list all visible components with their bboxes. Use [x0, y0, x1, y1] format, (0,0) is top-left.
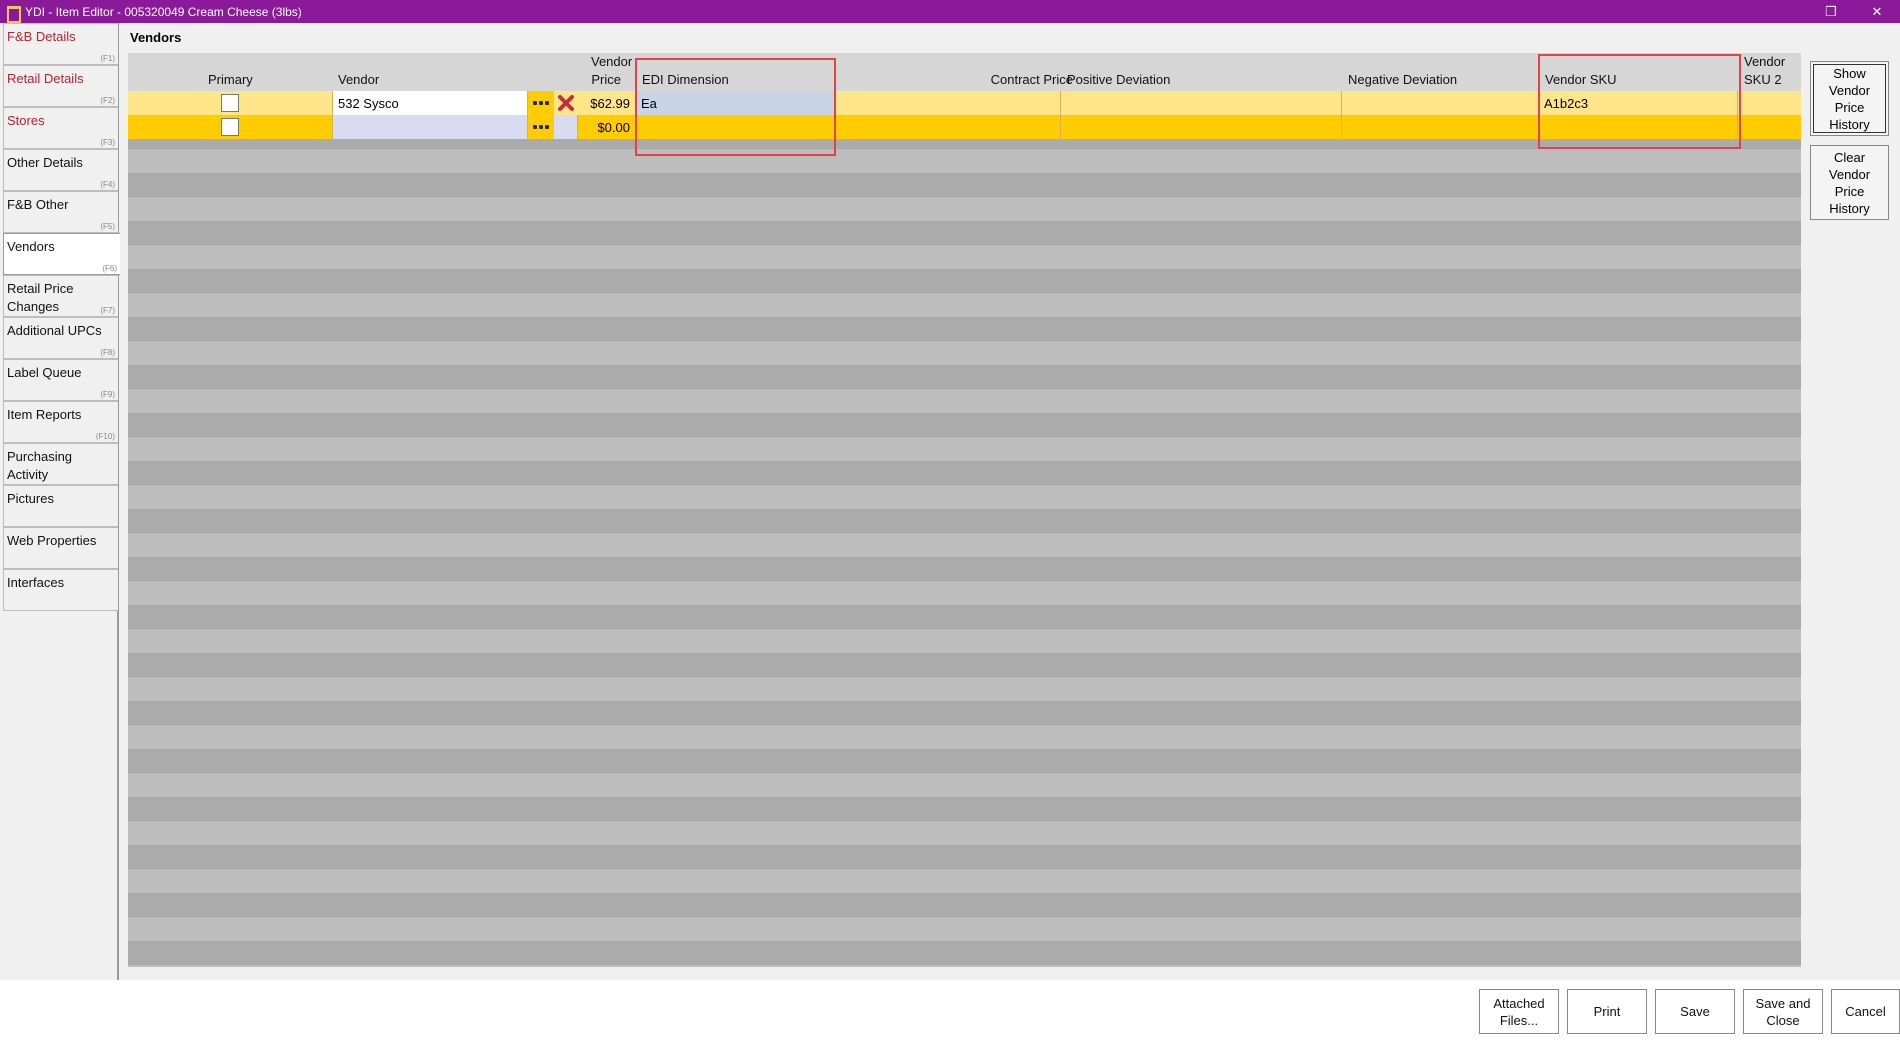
- tab-retail-price-changes[interactable]: Retail Price Changes (F7): [3, 275, 118, 317]
- col-header-primary[interactable]: Primary: [208, 71, 253, 89]
- tab-label: Stores: [7, 113, 45, 128]
- tab-shortcut: (F8): [100, 348, 115, 357]
- col-header-contract-price[interactable]: Contract Price: [978, 71, 1073, 89]
- col-header-vendor[interactable]: Vendor: [338, 71, 379, 89]
- tab-pictures[interactable]: Pictures: [3, 485, 118, 527]
- tab-label: Pictures: [7, 491, 54, 506]
- tab-shortcut: (F1): [100, 54, 115, 63]
- tab-shortcut: (F7): [100, 306, 115, 315]
- bottom-bar: Attached Files... Print Save Save and Cl…: [0, 980, 1900, 1040]
- tab-web-properties[interactable]: Web Properties: [3, 527, 118, 569]
- vendor-sku2-cell[interactable]: [1738, 115, 1801, 139]
- clear-vendor-price-history-button[interactable]: Clear Vendor Price History: [1810, 145, 1889, 220]
- negative-deviation-cell[interactable]: [1342, 91, 1539, 115]
- tab-other-details[interactable]: Other Details (F4): [3, 149, 118, 191]
- restore-window-button[interactable]: ❐: [1808, 0, 1854, 23]
- vendor-sku-highlight: [1538, 54, 1741, 149]
- window-title: YDI - Item Editor - 005320049 Cream Chee…: [25, 4, 302, 19]
- col-header-vendor-price-line1[interactable]: Vendor: [591, 53, 632, 71]
- vendor-field[interactable]: 532 Sysco: [333, 91, 528, 115]
- col-header-vendor-price-line2[interactable]: Price: [591, 71, 621, 89]
- primary-checkbox[interactable]: [221, 118, 239, 136]
- tab-label: Interfaces: [7, 575, 65, 590]
- tab-retail-details[interactable]: Retail Details (F2): [3, 65, 118, 107]
- primary-checkbox[interactable]: [221, 94, 239, 112]
- print-button[interactable]: Print: [1567, 989, 1647, 1034]
- tab-shortcut: (F10): [95, 432, 115, 441]
- vendor-price-cell[interactable]: $62.99: [578, 91, 636, 115]
- save-button[interactable]: Save: [1655, 989, 1735, 1034]
- tab-fb-details[interactable]: F&B Details (F1): [3, 23, 118, 65]
- vendor-grid: Primary Vendor Vendor Price EDI Dimensio…: [128, 53, 1801, 967]
- tab-label: Web Properties: [7, 533, 97, 548]
- app-logo-icon: [5, 5, 21, 23]
- contract-price-cell[interactable]: [836, 91, 1061, 115]
- ellipsis-icon: [539, 125, 543, 129]
- vendor-price-cell[interactable]: $0.00: [578, 115, 636, 139]
- vendor-lookup-button[interactable]: [528, 115, 554, 139]
- red-x-delete-icon: [558, 95, 574, 111]
- attached-files-button[interactable]: Attached Files...: [1479, 989, 1559, 1034]
- tab-label-queue[interactable]: Label Queue (F9): [3, 359, 118, 401]
- tab-shortcut: (F9): [100, 390, 115, 399]
- tab-label: Label Queue: [7, 365, 82, 380]
- tab-stores[interactable]: Stores (F3): [3, 107, 118, 149]
- tab-label: Item Reports: [7, 407, 82, 422]
- contract-price-cell[interactable]: [836, 115, 1061, 139]
- tab-fb-other[interactable]: F&B Other (F5): [3, 191, 118, 233]
- tab-shortcut: (F4): [100, 180, 115, 189]
- positive-deviation-cell[interactable]: [1061, 115, 1342, 139]
- close-window-button[interactable]: ✕: [1854, 0, 1900, 23]
- primary-cell: [128, 91, 333, 115]
- save-and-close-button[interactable]: Save and Close: [1743, 989, 1823, 1034]
- negative-deviation-cell[interactable]: [1342, 115, 1539, 139]
- tab-vendors[interactable]: Vendors (F6): [3, 233, 120, 275]
- tab-label: Retail Details: [7, 71, 84, 86]
- edi-dimension-highlight: [635, 58, 836, 156]
- col-header-negative-deviation[interactable]: Negative Deviation: [1348, 71, 1457, 89]
- tab-label: Other Details: [7, 155, 83, 170]
- delete-row-button[interactable]: [554, 91, 578, 115]
- tab-item-reports[interactable]: Item Reports (F10): [3, 401, 118, 443]
- tab-label: Retail Price Changes: [7, 281, 74, 314]
- cancel-button[interactable]: Cancel: [1831, 989, 1900, 1034]
- col-header-vendor-sku2-line2[interactable]: SKU 2: [1744, 71, 1782, 89]
- tab-label: F&B Other: [7, 197, 69, 212]
- tab-shortcut: (F6): [102, 264, 117, 273]
- section-title: Vendors: [130, 30, 182, 45]
- ellipsis-icon: [539, 101, 543, 105]
- tab-purchasing-activity[interactable]: Purchasing Activity: [3, 443, 118, 485]
- tab-label: F&B Details: [7, 29, 76, 44]
- tab-additional-upcs[interactable]: Additional UPCs (F8): [3, 317, 118, 359]
- tab-label: Purchasing Activity: [7, 449, 73, 482]
- sidebar-tabs: F&B Details (F1) Retail Details (F2) Sto…: [0, 23, 120, 980]
- tab-shortcut: (F2): [100, 96, 115, 105]
- title-bar: YDI - Item Editor - 005320049 Cream Chee…: [0, 0, 1900, 23]
- show-vendor-price-history-button[interactable]: Show Vendor Price History: [1810, 61, 1889, 136]
- col-header-vendor-sku2-line1[interactable]: Vendor: [1744, 53, 1785, 71]
- tab-shortcut: (F5): [100, 222, 115, 231]
- vendor-lookup-button[interactable]: [528, 91, 554, 115]
- vendor-sku2-cell[interactable]: [1738, 91, 1801, 115]
- tab-shortcut: (F3): [100, 138, 115, 147]
- positive-deviation-cell[interactable]: [1061, 91, 1342, 115]
- primary-cell: [128, 115, 333, 139]
- ellipsis-icon: [545, 101, 549, 105]
- tab-label: Vendors: [7, 239, 55, 254]
- vendor-field[interactable]: [333, 115, 528, 139]
- ellipsis-icon: [533, 101, 537, 105]
- col-header-positive-deviation[interactable]: Positive Deviation: [1067, 71, 1170, 89]
- tab-label: Additional UPCs: [7, 323, 102, 338]
- empty-action-cell: [554, 115, 578, 139]
- ellipsis-icon: [533, 125, 537, 129]
- tab-interfaces[interactable]: Interfaces: [3, 569, 118, 611]
- ellipsis-icon: [545, 125, 549, 129]
- window-controls: ❐ ✕: [1808, 0, 1900, 23]
